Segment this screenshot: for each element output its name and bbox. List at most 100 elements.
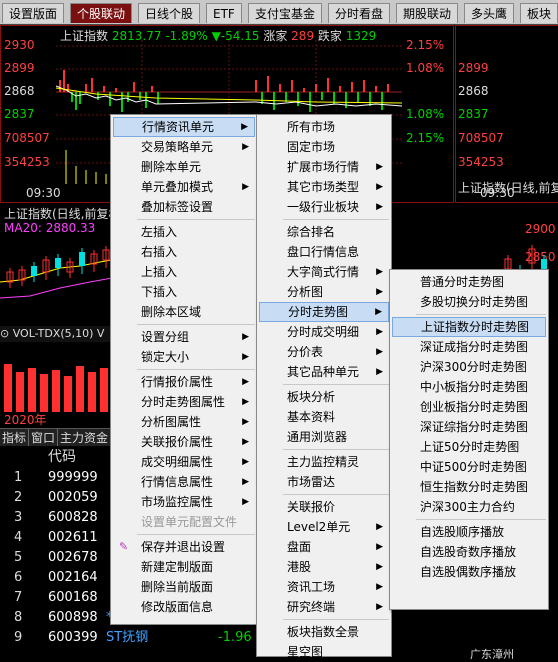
menu-item[interactable]: Level2单元 ▶ [259,517,389,537]
menu-item[interactable]: 关联报价 [259,497,389,517]
menu-item[interactable]: 修改版面信息 [113,597,255,617]
menu-item-label: 删除本区域 [141,305,202,319]
menu-item-label: 分析图属性 [141,415,202,429]
tab-main-fund[interactable]: 主力资金 [58,429,110,446]
menu-item[interactable]: 分析图 ▶ [259,282,389,302]
menu-item-label: 其它市场类型 [287,180,360,194]
menu-item-label: 行情信息属性 [141,475,214,489]
menu-item[interactable]: 删除本单元 [113,157,255,177]
menu-item[interactable]: 行情信息属性 ▶ [113,472,255,492]
table-row[interactable]: 9 600399 ST抚钢 -1.96 [0,628,252,648]
menu-item[interactable]: 分时走势图 ▶ [259,302,389,322]
tab-window[interactable]: 窗口 [29,429,59,446]
tab-intraday[interactable]: 分时看盘 [328,3,391,23]
menu-item[interactable]: 自选股顺序播放 [392,522,546,542]
menu-item[interactable]: 综合排名 [259,222,389,242]
menu-item[interactable]: 行情资讯单元 ▶ [113,117,255,137]
menu-item[interactable]: 锁定大小 ▶ [113,347,255,367]
menu-item-label: 行情资讯单元 [142,120,215,134]
menu-item[interactable]: 成交明细属性 ▶ [113,452,255,472]
volume-indicator-header[interactable]: ⊙ VOL-TDX(5,10) V [0,326,112,342]
menu-item[interactable]: ✎ 保存并退出设置 [113,537,255,557]
menu-item[interactable]: 中证500分时走势图 [392,457,546,477]
menu-item[interactable]: 资讯工场 ▶ [259,577,389,597]
list-header-code: 代码 [48,449,76,465]
tab-stock-linkage[interactable]: 个股联动 [70,3,133,23]
menu-item[interactable]: 单元叠加模式 ▶ [113,177,255,197]
menu-item[interactable]: 创业板指分时走势图 [392,397,546,417]
menu-item[interactable]: 一级行业板块 ▶ [259,197,389,217]
menu-item[interactable]: 右插入 [113,242,255,262]
menu-item[interactable]: 交易策略单元 ▶ [113,137,255,157]
menu-item-label: 上证指数分时走势图 [421,320,530,334]
menu-item[interactable]: 盘面 ▶ [259,537,389,557]
menu-item[interactable]: 分时走势图属性 ▶ [113,392,255,412]
menu-item[interactable]: 设置分组 ▶ [113,327,255,347]
volume-svg [4,364,108,412]
menu-item[interactable]: 基本资料 [259,407,389,427]
submenu-arrow-icon: ▶ [376,182,383,192]
menu-item[interactable]: 板块指数全景 [259,622,389,642]
menu-item-label: 中小板指分时走势图 [420,380,529,394]
chevron-down-icon[interactable]: ⊙ [0,327,9,340]
tab-bull-eagle[interactable]: 多头鹰 [464,3,515,23]
menu-item[interactable]: 分时成交明细 ▶ [259,322,389,342]
menu-item[interactable]: 下插入 [113,282,255,302]
menu-item[interactable]: 固定市场 [259,137,389,157]
menu-item[interactable]: 所有市场 [259,117,389,137]
menu-item[interactable]: 其它品种单元 ▶ [259,362,389,382]
menu-item[interactable]: 普通分时走势图 [392,272,546,292]
menu-item[interactable]: 港股 ▶ [259,557,389,577]
menu-item[interactable]: 深证综指分时走势图 [392,417,546,437]
submenu-arrow-icon: ▶ [376,202,383,212]
menu-item[interactable]: 上插入 [113,262,255,282]
menu-item[interactable]: 市场雷达 [259,472,389,492]
menu-item[interactable]: 其它市场类型 ▶ [259,177,389,197]
menu-item-label: 扩展市场行情 [287,160,360,174]
menu-item[interactable]: 中小板指分时走势图 [392,377,546,397]
menu-separator [137,369,255,370]
menu-item[interactable]: 恒生指数分时走势图 [392,477,546,497]
menu-item[interactable]: 深证成指分时走势图 [392,337,546,357]
tab-daily-stock[interactable]: 日线个股 [138,3,201,23]
row-code: 600168 [48,590,98,605]
menu-item[interactable]: 沪深300分时走势图 [392,357,546,377]
menu-item[interactable]: 新建定制版面 [113,557,255,577]
tab-layout-settings[interactable]: 设置版面 [2,3,65,23]
menu-item[interactable]: 研究终端 ▶ [259,597,389,617]
time-label: 09:30 [26,186,61,200]
menu-item[interactable]: 沪深300主力合约 [392,497,546,517]
menu-item[interactable]: 关联报价属性 ▶ [113,432,255,452]
menu-item[interactable]: 分价表 ▶ [259,342,389,362]
menu-item[interactable]: 板块分析 [259,387,389,407]
menu-item[interactable]: 分析图属性 ▶ [113,412,255,432]
menu-item[interactable]: 删除当前版面 [113,577,255,597]
menu-item[interactable]: 自选股奇数序播放 [392,542,546,562]
tab-futures-linkage[interactable]: 期股联动 [396,3,459,23]
menu-item[interactable]: 主力监控精灵 [259,452,389,472]
menu-item[interactable]: 上证指数分时走势图 [392,317,546,337]
menu-item[interactable]: 左插入 [113,222,255,242]
tab-alipay-fund[interactable]: 支付宝基金 [248,3,323,23]
breadth-bars [59,70,389,112]
menu-item[interactable]: 市场监控属性 ▶ [113,492,255,512]
menu-item[interactable]: 上证50分时走势图 [392,437,546,457]
menu-item[interactable]: 行情报价属性 ▶ [113,372,255,392]
menu-item[interactable]: 删除本区域 [113,302,255,322]
ma-label: MA20: 2880.33 [4,221,96,235]
menu-item[interactable]: 自选股偶数序播放 [392,562,546,582]
submenu-arrow-icon: ▶ [242,397,249,407]
menu-item[interactable]: 多股切换分时走势图 [392,292,546,312]
tab-indicator[interactable]: 指标 [0,429,30,446]
tab-etf[interactable]: ETF [206,3,242,23]
tab-sector[interactable]: 板块 [520,3,558,23]
menu-item[interactable]: 大字简式行情 ▶ [259,262,389,282]
menu-item[interactable]: 盘口行情信息 [259,242,389,262]
menu-item[interactable]: 扩展市场行情 ▶ [259,157,389,177]
menu-item[interactable]: 通用浏览器 [259,427,389,447]
menu-item-label: 板块分析 [287,390,336,404]
row-n: 4 [14,530,23,545]
menu-item[interactable]: 星空图 [259,642,389,662]
menu-item[interactable]: 叠加标签设置 [113,197,255,217]
axis-label: 2.15% [406,131,445,145]
